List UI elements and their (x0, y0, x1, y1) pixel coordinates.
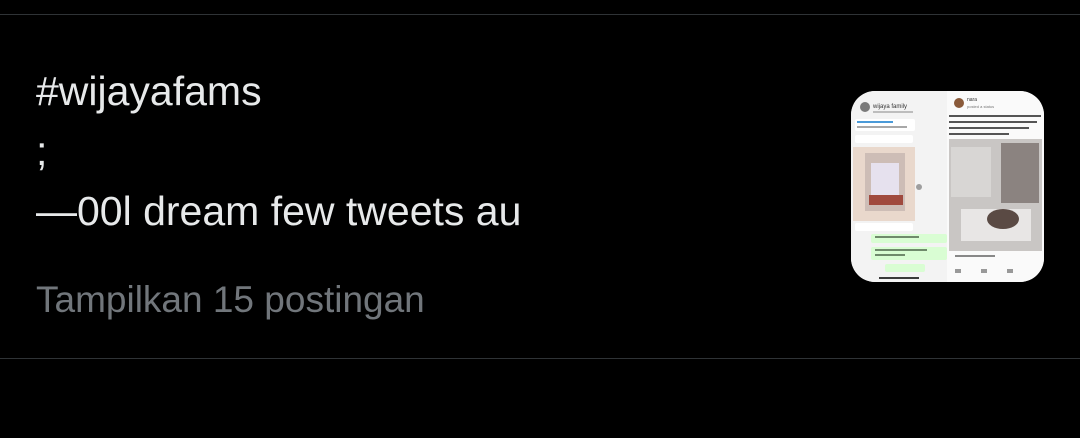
chat-group-title: wijaya family (872, 104, 907, 110)
bottom-divider (0, 358, 1080, 359)
hashtag-title[interactable]: #wijayafams (36, 61, 521, 121)
topic-text: #wijayafams ; —00l dream few tweets au (36, 61, 521, 241)
post-author: nara (967, 97, 977, 103)
topic-subtitle: —00l dream few tweets au (36, 188, 522, 234)
post-screenshot-right: nara posted a status (947, 91, 1044, 282)
post-subtitle: posted a status (967, 104, 994, 109)
topic-card[interactable]: #wijayafams ; —00l dream few tweets au T… (0, 15, 1080, 358)
topic-thumbnail[interactable]: wijaya family nara posted a status (851, 91, 1044, 282)
chat-screenshot-left: wijaya family (851, 91, 948, 282)
separator-line: ; (36, 128, 48, 174)
show-posts-link[interactable]: Tampilkan 15 postingan (36, 275, 425, 325)
